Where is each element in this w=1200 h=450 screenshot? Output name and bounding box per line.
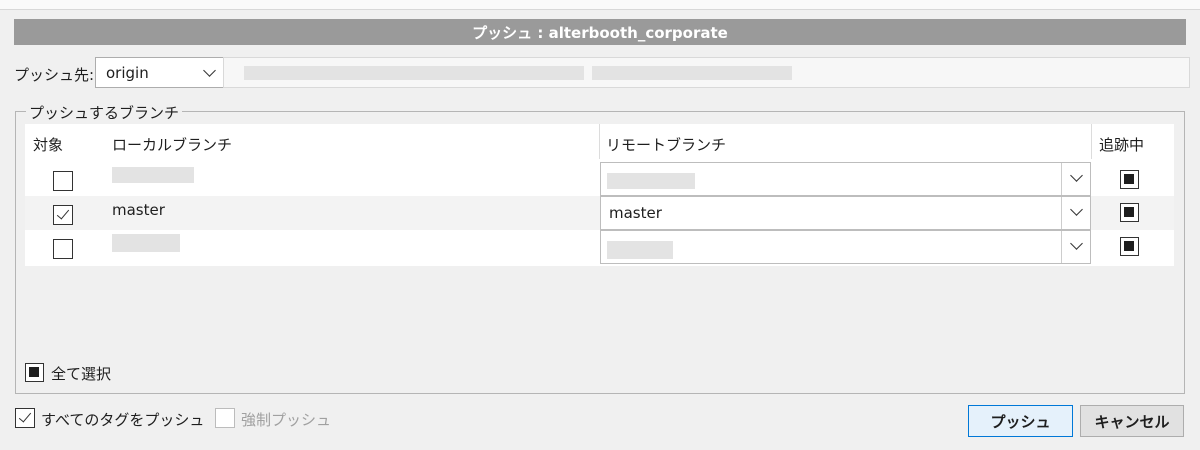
row-target-checkbox[interactable] (53, 205, 73, 225)
remote-branch-select[interactable]: master (600, 196, 1091, 230)
branches-group: プッシュするブランチ 対象 ローカルブランチ リモートブランチ 追跡中 mast… (15, 102, 1185, 394)
remote-select-value: origin (106, 64, 149, 82)
remote-branch-value: master (609, 204, 662, 222)
dropdown-button[interactable] (1061, 197, 1090, 229)
indeterminate-mark (1124, 207, 1134, 217)
dialog-title-text: プッシュ : alterbooth_corporate (472, 23, 728, 42)
tracking-checkbox[interactable] (1120, 170, 1139, 189)
push-all-tags-checkbox[interactable] (15, 408, 35, 428)
chevron-down-icon (203, 64, 216, 77)
dropdown-button[interactable] (1061, 231, 1090, 263)
redacted-url (592, 66, 792, 80)
column-divider (1091, 124, 1092, 159)
column-header-remote[interactable]: リモートブランチ (606, 134, 726, 155)
branches-group-title: プッシュするブランチ (26, 102, 183, 123)
table-row (25, 162, 1174, 196)
column-divider (599, 124, 600, 159)
indeterminate-mark (29, 367, 39, 377)
branches-table: 対象 ローカルブランチ リモートブランチ 追跡中 master master (25, 124, 1174, 266)
indeterminate-mark (1124, 241, 1134, 251)
select-all-box[interactable] (25, 363, 44, 382)
window-top-strip (0, 0, 1200, 10)
row-target-checkbox[interactable] (53, 171, 73, 191)
redacted-url (244, 66, 584, 80)
indeterminate-mark (1124, 174, 1134, 184)
chevron-down-icon (1070, 169, 1083, 182)
force-push-checkbox (215, 408, 235, 428)
redacted-branch-name (112, 167, 194, 183)
chevron-down-icon (1070, 237, 1083, 250)
table-row: master master (25, 196, 1174, 230)
dropdown-button[interactable] (1061, 163, 1090, 195)
tracking-checkbox[interactable] (1120, 203, 1139, 222)
tracking-checkbox[interactable] (1120, 237, 1139, 256)
column-header-target[interactable]: 対象 (33, 134, 63, 155)
redacted-branch-name (112, 234, 180, 252)
redacted-branch-name (607, 173, 695, 189)
row-target-checkbox[interactable] (53, 239, 73, 259)
push-all-tags-label: すべてのタグをプッシュ (41, 411, 205, 429)
column-header-tracking[interactable]: 追跡中 (1099, 134, 1144, 155)
remote-branch-select[interactable] (600, 230, 1091, 264)
table-row (25, 230, 1174, 264)
remote-branch-select[interactable] (600, 162, 1091, 196)
check-icon (18, 409, 32, 423)
check-icon (56, 206, 70, 220)
remote-label: プッシュ先: (14, 66, 95, 84)
remote-row: プッシュ先: origin (12, 57, 1190, 89)
cancel-button[interactable]: キャンセル (1080, 405, 1184, 437)
remote-url-field[interactable] (223, 57, 1190, 88)
dialog-title: プッシュ : alterbooth_corporate (14, 19, 1186, 45)
select-all-label: 全て選択 (51, 365, 112, 383)
redacted-branch-name (607, 241, 673, 259)
local-branch-name: master (112, 201, 165, 219)
chevron-down-icon (1070, 203, 1083, 216)
remote-select[interactable]: origin (95, 57, 227, 88)
push-button[interactable]: プッシュ (968, 405, 1073, 437)
force-push-label: 強制プッシュ (241, 411, 332, 429)
column-header-local[interactable]: ローカルブランチ (112, 134, 232, 155)
